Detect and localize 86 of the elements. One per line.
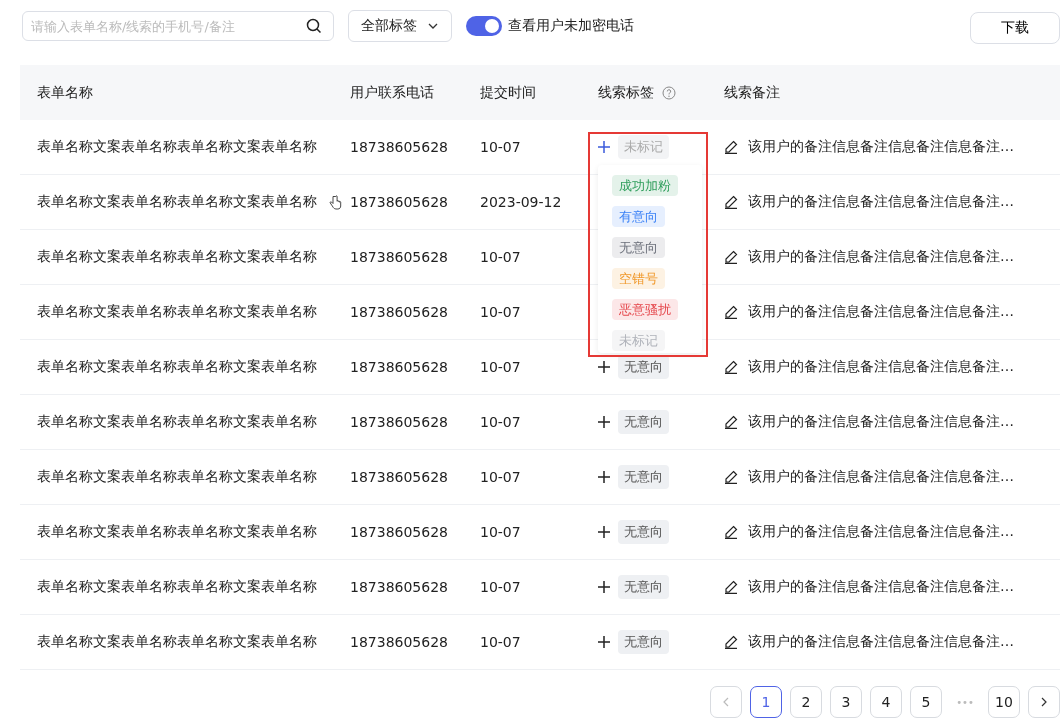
column-header: 表单名称 [37,83,93,102]
table-cell: 该用户的备注信息备注信息备注信息备注… [748,523,1014,541]
search-field[interactable]: 请输入表单名称/线索的手机号/备注 [22,11,334,41]
tag-label: 无意向 [618,575,669,599]
table-cell: 该用户的备注信息备注信息备注信息备注… [748,193,1014,211]
table-cell: 18738605628 [350,634,448,650]
page-ellipsis: ••• [955,696,975,708]
edit-icon[interactable] [724,195,738,209]
page-button[interactable]: 1 [750,686,782,718]
table-cell: 10-07 [480,524,521,540]
table-cell: 该用户的备注信息备注信息备注信息备注… [748,468,1014,486]
page-button[interactable]: 3 [830,686,862,718]
table-cell: 表单名称文案表单名称表单名称文案表单名称 [37,138,317,156]
edit-icon[interactable] [724,470,738,484]
column-header: 线索标签 [598,83,654,102]
add-icon[interactable] [598,416,610,428]
tag-label: 无意向 [618,465,669,489]
table-cell: 表单名称文案表单名称表单名称文案表单名称 [37,413,317,431]
add-icon[interactable] [598,636,610,648]
table-cell: 表单名称文案表单名称表单名称文案表单名称 [37,468,317,486]
table-cell: 10-07 [480,414,521,430]
help-icon [662,85,676,100]
download-button[interactable]: 下载 [970,12,1060,44]
tag-option[interactable]: 无意向 [612,237,665,258]
table-cell: 10-07 [480,359,521,375]
table-cell: 18738605628 [350,524,448,540]
edit-icon[interactable] [724,250,738,264]
tag-label: 无意向 [618,520,669,544]
tag-label: 无意向 [618,630,669,654]
page-button[interactable]: 10 [988,686,1020,718]
table-cell: 18738605628 [350,469,448,485]
table-cell: 10-07 [480,634,521,650]
column-header: 线索备注 [724,83,780,102]
table-cell: 10-07 [480,579,521,595]
edit-icon[interactable] [724,360,738,374]
add-icon[interactable] [598,361,610,373]
table-cell: 表单名称文案表单名称表单名称文案表单名称 [37,523,317,541]
table-cell: 10-07 [480,304,521,320]
edit-icon[interactable] [724,415,738,429]
tag-filter-dropdown[interactable]: 全部标签 [348,10,452,42]
table-cell: 表单名称文案表单名称表单名称文案表单名称 [37,633,317,651]
table-cell: 该用户的备注信息备注信息备注信息备注… [748,633,1014,651]
edit-icon[interactable] [724,305,738,319]
page-button[interactable]: 2 [790,686,822,718]
table-cell: 该用户的备注信息备注信息备注信息备注… [748,138,1014,156]
table-cell: 该用户的备注信息备注信息备注信息备注… [748,578,1014,596]
table-cell: 18738605628 [350,359,448,375]
chevron-left-icon [722,697,730,707]
edit-icon[interactable] [724,580,738,594]
table-cell: 该用户的备注信息备注信息备注信息备注… [748,413,1014,431]
table-cell: 该用户的备注信息备注信息备注信息备注… [748,248,1014,266]
add-icon[interactable] [598,581,610,593]
table-cell: 表单名称文案表单名称表单名称文案表单名称 [37,193,317,211]
table-cell: 18738605628 [350,249,448,265]
table-cell: 10-07 [480,469,521,485]
table-cell: 表单名称文案表单名称表单名称文案表单名称 [37,248,317,266]
hand-cursor-icon [329,194,342,210]
add-icon[interactable] [598,471,610,483]
table-cell: 该用户的备注信息备注信息备注信息备注… [748,358,1014,376]
add-icon[interactable] [598,526,610,538]
search-icon [306,18,322,34]
column-header: 提交时间 [480,83,536,102]
tag-label: 无意向 [618,410,669,434]
edit-icon[interactable] [724,525,738,539]
page-button[interactable]: 4 [870,686,902,718]
table-cell: 10-07 [480,139,521,155]
chevron-right-icon [1040,697,1048,707]
tag-label: 无意向 [618,355,669,379]
toggle-switch[interactable] [466,16,502,36]
edit-icon[interactable] [724,635,738,649]
table-cell: 2023-09-12 [480,194,562,210]
table-cell: 18738605628 [350,139,448,155]
table-cell: 表单名称文案表单名称表单名称文案表单名称 [37,303,317,321]
table-cell: 18738605628 [350,579,448,595]
table-cell: 10-07 [480,249,521,265]
page-button[interactable]: 5 [910,686,942,718]
tag-label: 未标记 [618,135,669,159]
table-cell: 表单名称文案表单名称表单名称文案表单名称 [37,358,317,376]
table-cell: 该用户的备注信息备注信息备注信息备注… [748,303,1014,321]
toggle-label: 查看用户未加密电话 [508,17,634,35]
table-cell: 18738605628 [350,194,448,210]
table-cell: 表单名称文案表单名称表单名称文案表单名称 [37,578,317,596]
column-header: 用户联系电话 [350,83,434,102]
table-cell: 18738605628 [350,414,448,430]
edit-icon[interactable] [724,140,738,154]
table-cell: 18738605628 [350,304,448,320]
